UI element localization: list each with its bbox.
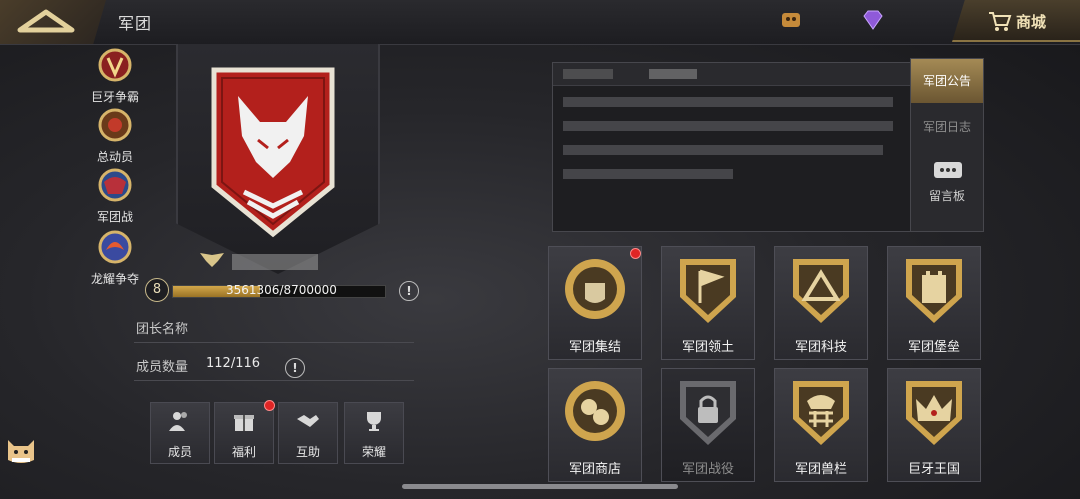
legion-emblem-fox-icon[interactable]	[208, 66, 338, 238]
members-icon	[169, 412, 187, 431]
tab-log[interactable]: 军团日志	[911, 105, 983, 149]
crown-icon	[906, 381, 962, 445]
feature-tile-campaign[interactable]: 军团战役	[661, 368, 755, 482]
beast-pen-icon	[793, 381, 849, 445]
home-indicator[interactable]	[402, 484, 678, 489]
dragon-glory-icon	[98, 230, 132, 264]
feature-label: 军团商店	[568, 462, 621, 477]
welfare-notification-dot	[264, 400, 275, 411]
honor-button[interactable]: 荣耀	[344, 402, 404, 464]
side-item-label: 巨牙争霸	[90, 90, 139, 104]
coin-icon	[782, 13, 800, 27]
welfare-button[interactable]: 福利	[214, 402, 274, 464]
side-item-legion-war[interactable]: 军团战	[86, 166, 144, 225]
leader-row: 团长名称	[134, 314, 414, 343]
feature-label: 军团战役	[681, 462, 734, 477]
announcement-line	[563, 121, 893, 131]
shop-button[interactable]: 商城	[952, 0, 1080, 42]
trophy-icon	[367, 412, 381, 431]
shop-coins-icon	[565, 381, 625, 441]
members-row: 成员数量 112/116	[134, 352, 414, 381]
side-item-dragon-glory[interactable]: 龙耀争夺	[86, 228, 144, 287]
mutual-aid-button-label: 互助	[295, 445, 320, 459]
top-bar: 军团 商城	[0, 0, 1080, 45]
info-icon[interactable]: !	[399, 281, 419, 301]
fang-contest-icon	[98, 48, 132, 82]
side-item-label: 总动员	[96, 150, 133, 164]
tab-announcement[interactable]: 军团公告	[911, 59, 983, 103]
side-item-label: 军团战	[96, 210, 133, 224]
members-info-icon[interactable]: !	[285, 358, 305, 378]
cat-avatar-icon[interactable]	[4, 432, 38, 466]
feature-label: 巨牙王国	[907, 462, 960, 477]
back-button[interactable]	[0, 0, 106, 44]
welfare-button-label: 福利	[231, 445, 256, 459]
feature-tile-fang-kingdom[interactable]: 巨牙王国	[887, 368, 981, 482]
back-icon	[17, 9, 75, 33]
fist-icon	[565, 259, 625, 319]
tab-message-board-label: 留言板	[928, 189, 965, 203]
tech-triangle-icon	[793, 259, 849, 323]
side-item-fang-contest[interactable]: 巨牙争霸	[86, 46, 144, 105]
experience-text: 3561306/8700000	[226, 283, 337, 297]
announcement-time-pixelated	[649, 69, 697, 79]
leader-label: 团长名称	[136, 322, 189, 337]
locked-campaign-icon	[680, 381, 736, 445]
honor-button-label: 荣耀	[361, 445, 386, 459]
members-value: 112/116	[206, 356, 261, 371]
diamond-icon	[863, 10, 883, 30]
announcement-header	[553, 63, 911, 86]
announcement-author-pixelated	[563, 69, 613, 79]
feature-tile-territory[interactable]: 军团领土	[661, 246, 755, 360]
feature-tile-rally[interactable]: 军团集结	[548, 246, 642, 360]
feature-label: 军团堡垒	[907, 340, 960, 355]
side-item-mobilize[interactable]: 总动员	[86, 106, 144, 165]
feature-label: 军团科技	[794, 340, 847, 355]
mobilize-icon	[98, 108, 132, 142]
legion-name-pixelated	[232, 254, 318, 270]
feature-tile-shop[interactable]: 军团商店	[548, 368, 642, 482]
legion-war-icon	[98, 168, 132, 202]
shop-label: 商城	[1016, 13, 1047, 31]
territory-flag-icon	[680, 259, 736, 323]
cart-icon	[989, 12, 1012, 31]
feature-tile-tech[interactable]: 军团科技	[774, 246, 868, 360]
feature-tile-fortress[interactable]: 军团堡垒	[887, 246, 981, 360]
feature-label: 军团集结	[568, 340, 621, 355]
gift-icon	[234, 415, 254, 431]
chat-bubble-icon	[934, 162, 962, 178]
handshake-icon	[297, 415, 319, 427]
feature-label: 军团领土	[681, 340, 734, 355]
announcement-board	[552, 62, 912, 232]
tab-message-board[interactable]: 留言板	[911, 153, 983, 231]
announcement-line	[563, 169, 733, 179]
rally-notification-dot	[630, 248, 641, 259]
side-item-label: 龙耀争夺	[90, 272, 139, 286]
members-button[interactable]: 成员	[150, 402, 210, 464]
announcement-line	[563, 97, 893, 107]
board-tabs: 军团公告 军团日志 留言板	[910, 58, 984, 232]
feature-label: 军团兽栏	[794, 462, 847, 477]
feature-tile-beast-pen[interactable]: 军团兽栏	[774, 368, 868, 482]
page-title: 军团	[118, 14, 153, 33]
announcement-line	[563, 145, 883, 155]
members-button-label: 成员	[167, 445, 192, 459]
legion-level-badge: 8	[145, 278, 169, 302]
fortress-icon	[906, 259, 962, 323]
members-label: 成员数量	[136, 360, 189, 375]
mutual-aid-button[interactable]: 互助	[278, 402, 338, 464]
rank-wings-icon	[200, 253, 224, 267]
